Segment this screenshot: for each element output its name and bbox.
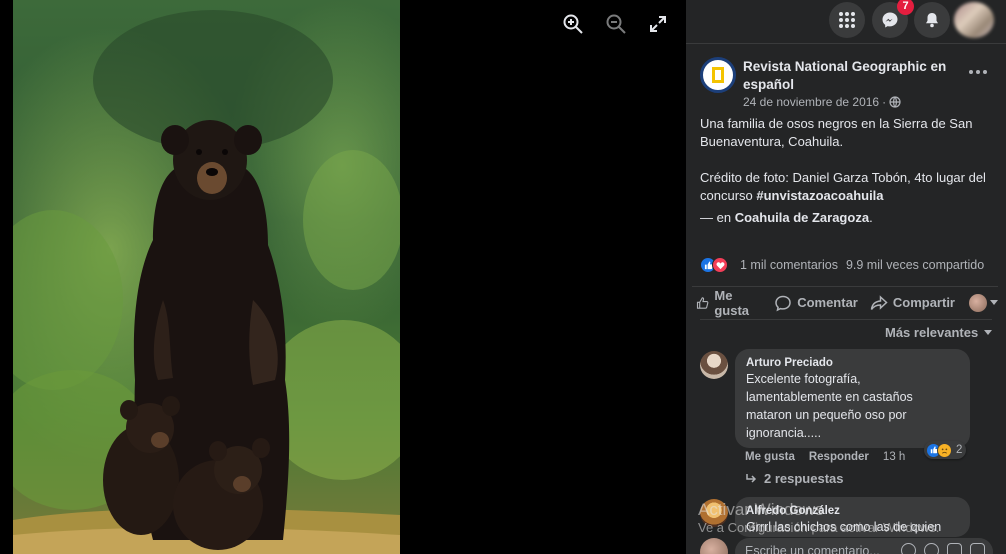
divider xyxy=(700,319,992,320)
comment-input-placeholder: Escribe un comentario... xyxy=(745,544,880,554)
comment-reply-link[interactable]: Responder xyxy=(809,451,869,463)
reactions-row: 1 mil comentarios 9.9 mil veces comparti… xyxy=(700,256,1000,274)
more-options-icon[interactable] xyxy=(966,62,990,82)
love-reaction-icon[interactable] xyxy=(712,257,728,273)
zoom-in-icon[interactable] xyxy=(561,12,585,36)
composer-avatar xyxy=(700,538,728,554)
post-date[interactable]: 24 de noviembre de 2016 xyxy=(743,95,879,109)
page-name[interactable]: Revista National Geographic en español xyxy=(743,58,955,94)
top-bar: 7 xyxy=(686,0,1006,44)
location-link[interactable]: Coahuila de Zaragoza xyxy=(735,210,869,225)
reply-arrow-icon xyxy=(746,473,757,483)
sticker-icon[interactable] xyxy=(901,543,916,554)
location-prefix: — en xyxy=(700,210,735,225)
emoji-icon[interactable] xyxy=(924,543,939,554)
comment-like-link[interactable]: Me gusta xyxy=(745,451,795,463)
comment-actions: Me gusta Responder 13 h xyxy=(745,451,905,463)
post-meta: 24 de noviembre de 2016 · xyxy=(743,95,901,109)
post-caption: Una familia de osos negros en la Sierra … xyxy=(700,116,973,149)
post-credit: Crédito de foto: Daniel Garza Tobón, 4to… xyxy=(700,169,1000,205)
sort-comments-dropdown[interactable]: Más relevantes xyxy=(885,325,993,340)
react-as-selector[interactable] xyxy=(969,293,998,312)
messenger-badge: 7 xyxy=(897,0,914,15)
fullscreen-icon[interactable] xyxy=(646,12,670,36)
photo-viewer xyxy=(0,0,686,554)
bell-icon[interactable] xyxy=(914,2,950,38)
meta-separator: · xyxy=(882,95,887,109)
chevron-down-icon xyxy=(990,300,998,305)
comment-input[interactable]: Escribe un comentario... xyxy=(735,538,993,554)
comment-time[interactable]: 13 h xyxy=(883,451,905,463)
composer-tools xyxy=(901,543,985,554)
commenter-avatar[interactable] xyxy=(700,499,728,527)
comment-text: Grrrl las chichos como las de quien xyxy=(746,520,942,534)
share-count[interactable]: 9.9 mil veces compartido xyxy=(846,258,984,272)
comment-label: Comentar xyxy=(797,295,858,310)
action-bar: Me gusta Comentar Compartir xyxy=(692,286,998,318)
comment-count[interactable]: 1 mil comentarios xyxy=(740,258,838,272)
comment-bubble[interactable]: Arturo Preciado Excelente fotografía, la… xyxy=(735,349,970,448)
post-location: — en Coahuila de Zaragoza. xyxy=(700,209,1000,227)
view-replies-link[interactable]: 2 respuestas xyxy=(744,471,844,486)
post-text: Una familia de osos negros en la Sierra … xyxy=(700,115,1000,227)
gif-icon[interactable] xyxy=(970,543,985,554)
comment-author[interactable]: Alfredo González xyxy=(746,504,959,518)
sort-label: Más relevantes xyxy=(885,325,979,340)
chevron-down-icon xyxy=(984,330,993,335)
share-button[interactable]: Compartir xyxy=(866,288,959,318)
replies-count: 2 respuestas xyxy=(764,471,844,486)
facebook-photo-viewer: 7 Revista National Geographic en español… xyxy=(0,0,1006,554)
viewer-avatar xyxy=(969,293,987,312)
commenter-avatar[interactable] xyxy=(700,351,728,379)
comment-author[interactable]: Arturo Preciado xyxy=(746,356,959,370)
comment-text: Excelente fotografía, lamentablemente en… xyxy=(746,372,913,440)
post-side-panel: 7 Revista National Geographic en español… xyxy=(686,0,1006,554)
camera-icon[interactable] xyxy=(947,543,962,554)
comment-reactions[interactable]: 2 xyxy=(924,441,967,459)
comment-button[interactable]: Comentar xyxy=(770,288,862,318)
share-label: Compartir xyxy=(892,295,955,310)
comment-bubble[interactable]: Alfredo González Grrrl las chichos como … xyxy=(735,497,970,537)
grid-menu-icon[interactable] xyxy=(829,2,865,38)
hashtag-link[interactable]: #unvistazoacoahuila xyxy=(756,188,883,203)
location-suffix: . xyxy=(869,210,873,225)
like-label: Me gusta xyxy=(714,287,750,318)
globe-icon xyxy=(889,96,901,108)
zoom-out-icon[interactable] xyxy=(604,12,628,36)
bear-family-photo[interactable] xyxy=(13,0,400,554)
profile-avatar[interactable] xyxy=(954,2,994,38)
messenger-icon[interactable]: 7 xyxy=(872,0,914,38)
sad-reaction-icon xyxy=(937,442,952,458)
comment-reaction-count: 2 xyxy=(956,444,963,456)
like-button[interactable]: Me gusta xyxy=(692,288,760,318)
natgeo-logo-avatar[interactable] xyxy=(700,57,736,93)
